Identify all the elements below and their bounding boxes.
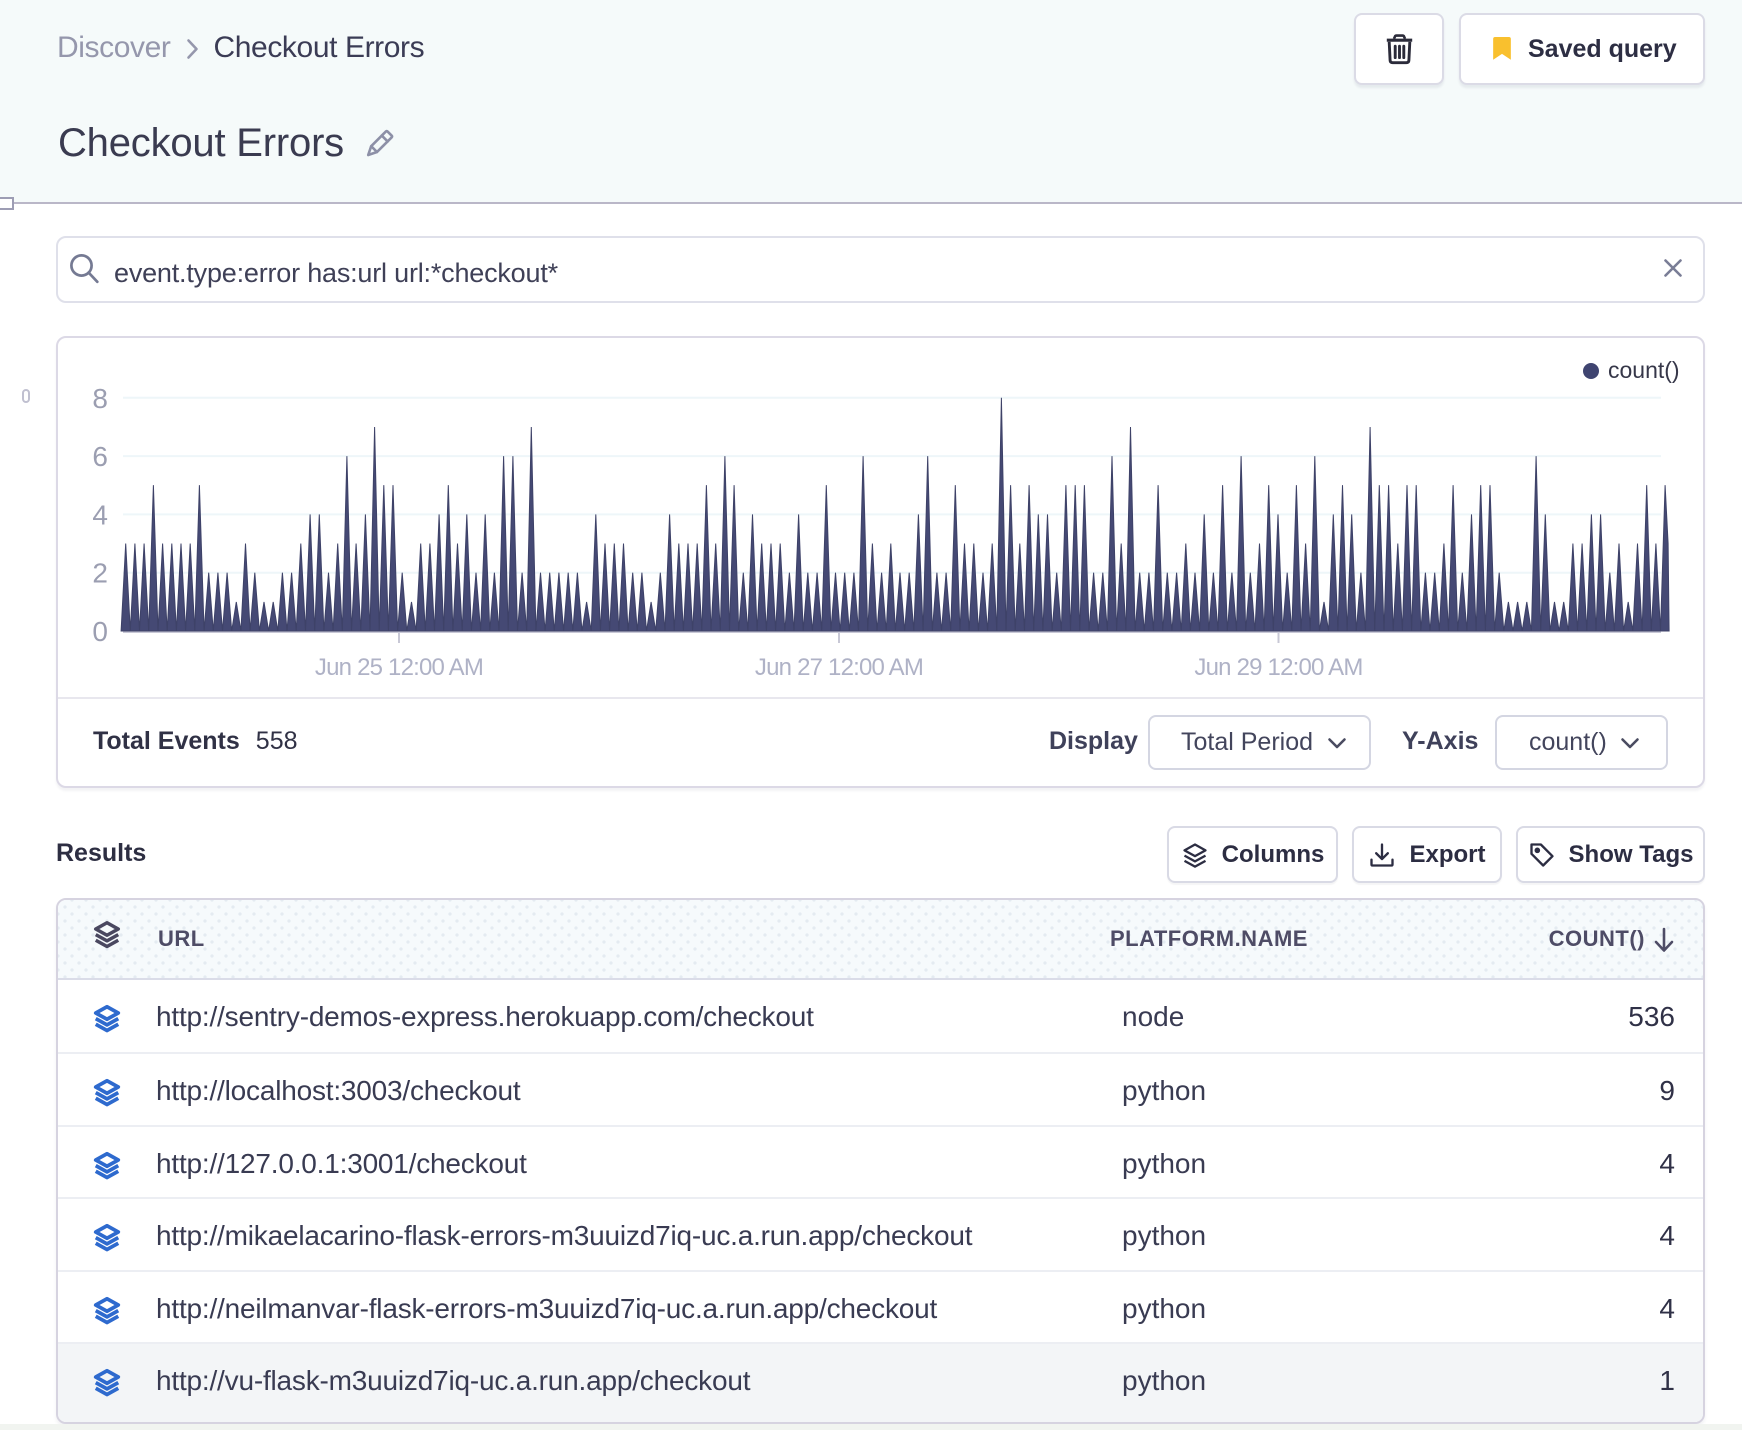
- svg-text:0: 0: [92, 616, 108, 647]
- svg-text:2: 2: [92, 558, 108, 589]
- svg-text:Jun 29 12:00 AM: Jun 29 12:00 AM: [1194, 654, 1362, 681]
- svg-text:Jun 25 12:00 AM: Jun 25 12:00 AM: [315, 654, 483, 681]
- svg-text:6: 6: [92, 441, 108, 472]
- svg-text:Jun 27 12:00 AM: Jun 27 12:00 AM: [755, 654, 923, 681]
- svg-text:4: 4: [92, 499, 108, 530]
- svg-text:8: 8: [92, 383, 108, 414]
